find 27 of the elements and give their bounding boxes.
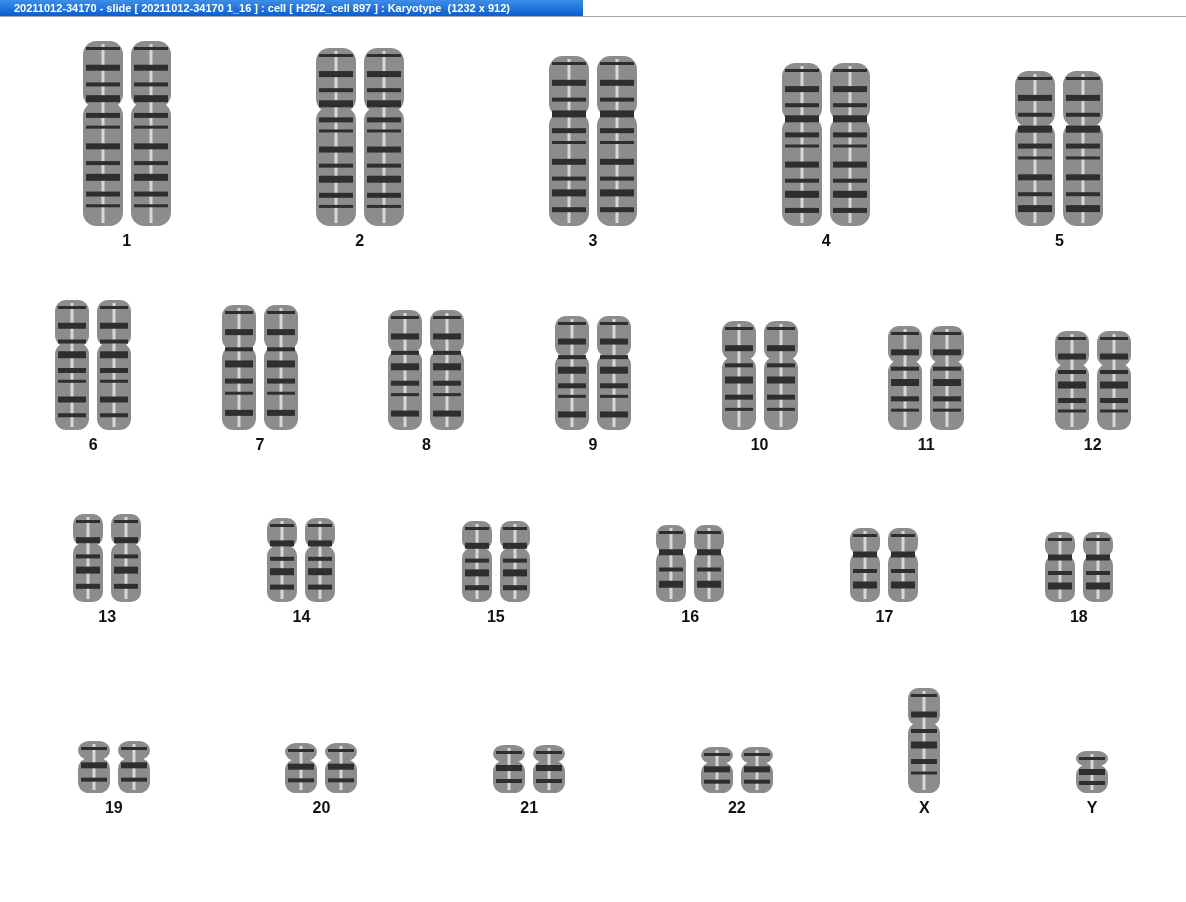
chromosome-number: 11: [917, 436, 935, 454]
chromosome-number: 8: [421, 436, 431, 454]
chromosome-number: 15: [486, 608, 505, 626]
chromosome-number: 20: [312, 799, 331, 817]
chromosome-number: 2: [355, 232, 365, 250]
chromosome-number: 22: [727, 799, 746, 817]
chromosome-number: 10: [750, 436, 769, 454]
chromosome-number: 9: [588, 436, 598, 454]
chromosome-number: 14: [292, 608, 311, 626]
chromosome-number: 1: [122, 232, 132, 250]
chromosome-number: 6: [88, 436, 98, 454]
chromosome-drawing: [1044, 532, 1113, 602]
chromosome-number: X: [919, 799, 930, 817]
chromosome-number: 12: [1083, 436, 1102, 454]
chromosome-drawing: [1076, 751, 1109, 793]
chromosome-number: 16: [681, 608, 700, 626]
chromosome-number: 7: [255, 436, 265, 454]
chromosome-number: 18: [1069, 608, 1088, 626]
chromosome-number: 5: [1054, 232, 1064, 250]
chromosome-number: 21: [520, 799, 539, 817]
chromosome-number: 4: [821, 232, 831, 250]
chromosome-number: 17: [875, 608, 894, 626]
window-title: 20211012-34170 - slide [ 20211012-34170 1_16 ] : cell [ H25/2_cell 897 ] : Karyotype (1232 x 912): [0, 0, 583, 16]
chromosome-number: 3: [588, 232, 598, 250]
chromosome-number: 13: [98, 608, 117, 626]
chromosome-number: 19: [104, 799, 123, 817]
chromosome-number: Y: [1086, 799, 1098, 817]
